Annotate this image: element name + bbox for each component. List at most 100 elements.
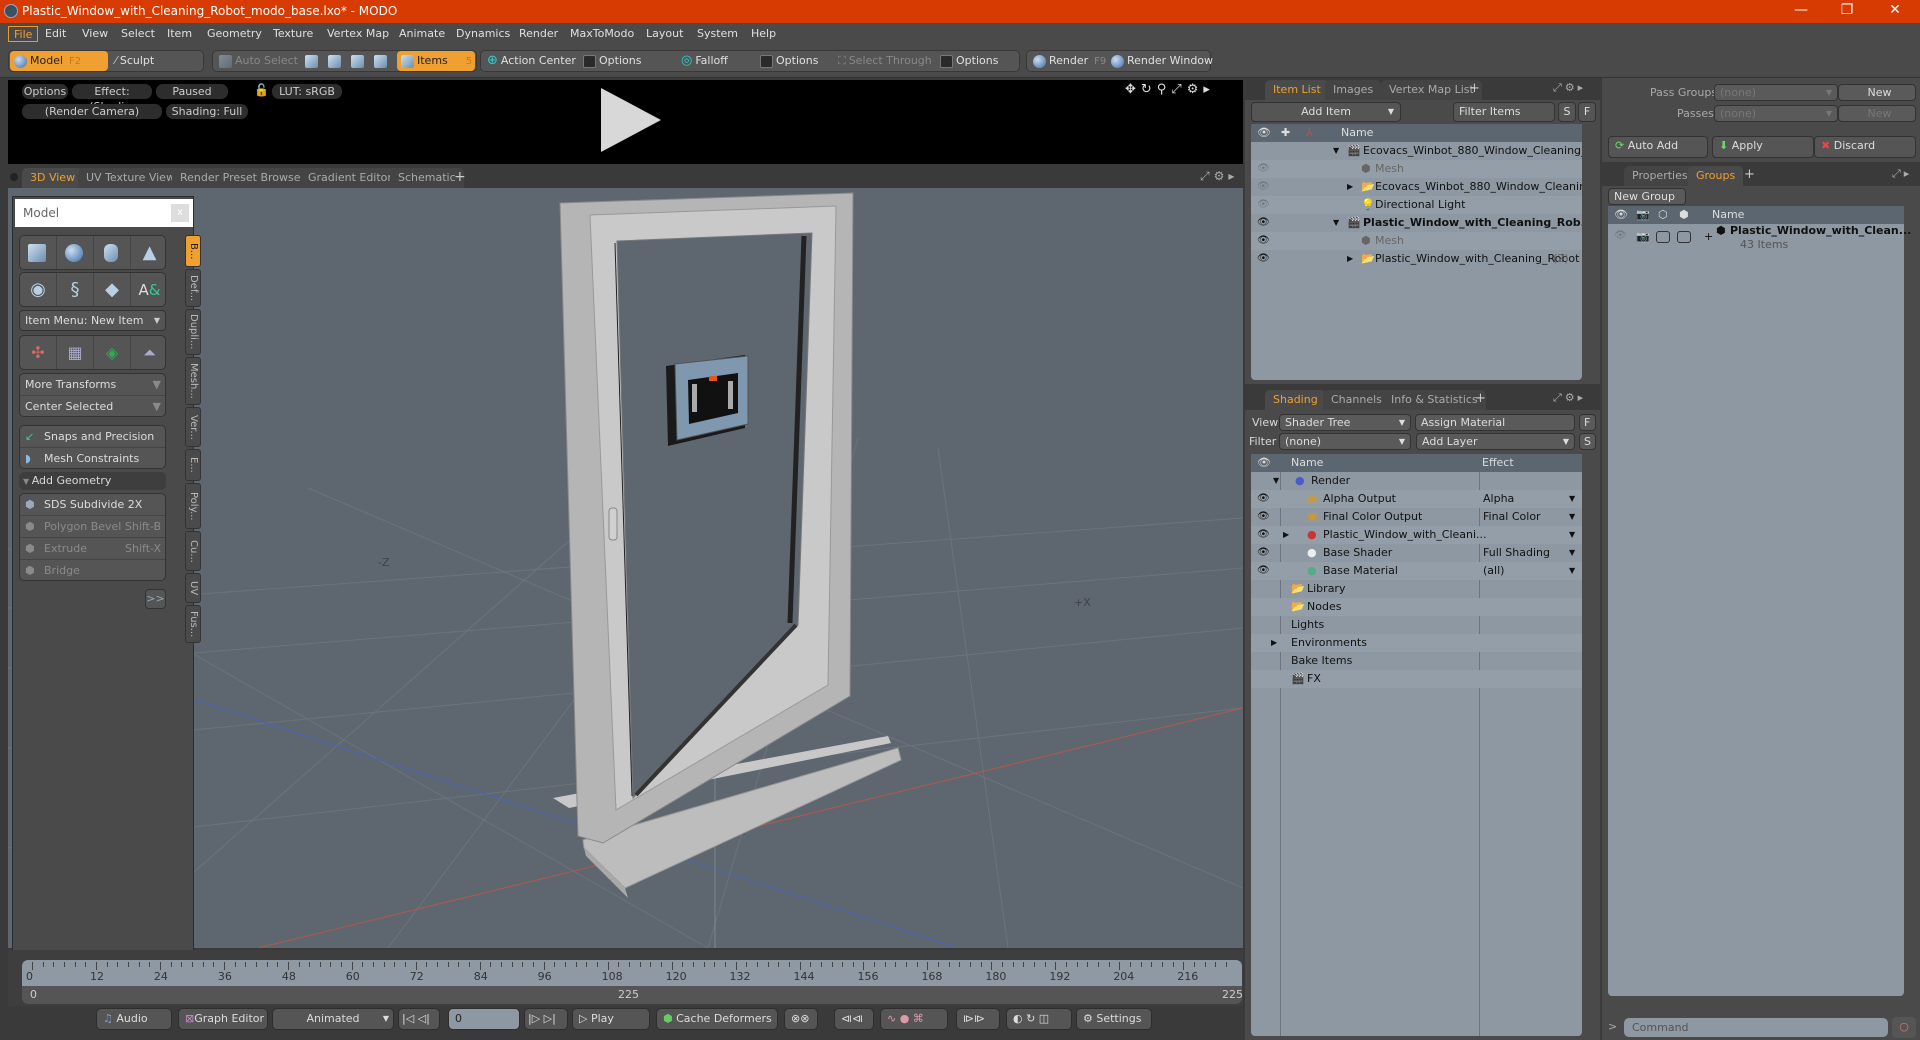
shader-row[interactable]: 📂 Nodes: [1251, 598, 1582, 616]
panel-icons[interactable]: ⤢⚙▸: [1553, 81, 1586, 95]
lock-icon[interactable]: 🔓: [254, 83, 269, 97]
close-button[interactable]: ✕: [1872, 0, 1918, 23]
checker-tool[interactable]: ◈: [94, 336, 131, 369]
new-pass-group-button[interactable]: New: [1838, 84, 1916, 101]
select-materials-button[interactable]: [370, 51, 390, 71]
tab-gradient-editor[interactable]: Gradient Editor: [300, 168, 400, 188]
chevron-down-icon[interactable]: ▼: [1569, 490, 1575, 508]
side-tab-mesh[interactable]: Mesh...: [185, 357, 201, 405]
select-through-options-button[interactable]: Options: [936, 51, 998, 71]
viewport-panel-icons[interactable]: ⤢⚙▸: [1200, 169, 1238, 184]
command-input[interactable]: Command: [1624, 1018, 1888, 1037]
preview-nav-icons[interactable]: ✥↻⚲⤢⚙▸: [1125, 82, 1215, 97]
tab-item-list[interactable]: Item List: [1265, 80, 1329, 100]
item-row[interactable]: 👁 ⬢ Mesh: [1251, 160, 1582, 178]
tab-schematic[interactable]: Schematic: [390, 168, 464, 188]
assign-material-button[interactable]: Assign Material: [1415, 414, 1575, 431]
filter-dropdown[interactable]: (none) ▼: [1279, 433, 1411, 450]
panel-icons[interactable]: ⤢⚙▸: [1553, 391, 1586, 405]
select-edges-button[interactable]: [324, 51, 344, 71]
skip-start-buttons[interactable]: |◁ ◁|: [398, 1008, 440, 1030]
settings-button[interactable]: ⚙ Settings: [1076, 1008, 1152, 1030]
snaps-precision-button[interactable]: ↙ Snaps and Precision: [20, 426, 165, 448]
panel-icons[interactable]: ⤢▸: [1892, 167, 1912, 181]
action-center-button[interactable]: ⊕ Action Center: [483, 51, 576, 71]
select-toggle[interactable]: [1677, 231, 1691, 243]
expand-icon[interactable]: ▶: [1283, 526, 1289, 544]
visibility-eye-icon[interactable]: 👁: [1257, 562, 1270, 580]
tab-info-statistics[interactable]: Info & Statistics: [1383, 390, 1486, 410]
chevron-down-icon[interactable]: ▼: [1569, 508, 1575, 526]
visibility-eye-icon[interactable]: 👁: [1257, 178, 1270, 196]
menu-animate[interactable]: Animate: [394, 26, 450, 42]
apply-button[interactable]: ⬇ Apply: [1712, 136, 1814, 158]
restore-button[interactable]: ❐: [1824, 0, 1870, 23]
tab-render-preset-browser[interactable]: Render Preset Browser: [172, 168, 314, 188]
select-vertices-button[interactable]: [301, 51, 321, 71]
auto-select-button[interactable]: Auto Select: [215, 51, 298, 71]
pass-groups-dropdown[interactable]: (none) ▼: [1714, 84, 1838, 101]
spiral-tool[interactable]: §: [57, 273, 94, 306]
add-tab-icon[interactable]: +: [454, 169, 466, 185]
visibility-eye-icon[interactable]: 👁: [1257, 232, 1270, 250]
item-row[interactable]: 👁 ⬢ Mesh: [1251, 232, 1582, 250]
action-center-options-button[interactable]: Options: [579, 51, 641, 71]
add-tab-icon[interactable]: +: [1469, 81, 1480, 96]
menu-view[interactable]: View: [77, 26, 113, 42]
render-toggle-icon[interactable]: 📷: [1636, 230, 1650, 243]
effect-column-header[interactable]: Effect: [1482, 454, 1514, 472]
item-row[interactable]: ▼ 🎬 Ecovacs_Winbot_880_Window_Cleaning_ ..…: [1251, 142, 1582, 160]
shader-row[interactable]: 👁 ● Base Shader Full Shading ▼: [1251, 544, 1582, 562]
polygon-bevel-button[interactable]: ⬢ Polygon Bevel Shift-B: [20, 516, 165, 538]
menu-item[interactable]: Item: [162, 26, 197, 42]
transform-tool[interactable]: ✣: [20, 336, 57, 369]
extrude-button[interactable]: ⬢ Extrude Shift-X: [20, 538, 165, 560]
menu-system[interactable]: System: [692, 26, 743, 42]
side-tab-curve[interactable]: Cu...: [185, 531, 201, 571]
passes-dropdown[interactable]: (none) ▼: [1714, 105, 1838, 122]
visibility-eye-icon[interactable]: 👁: [1257, 490, 1270, 508]
visibility-eye-icon[interactable]: 👁: [1257, 508, 1270, 526]
cylinder-tool[interactable]: [94, 236, 131, 269]
tab-images[interactable]: Images: [1325, 80, 1382, 100]
items-mode-button[interactable]: Items 5: [397, 51, 475, 71]
menu-file[interactable]: File: [8, 26, 39, 42]
tab-shading[interactable]: Shading: [1265, 390, 1326, 410]
shader-row[interactable]: Lights: [1251, 616, 1582, 634]
shader-row[interactable]: 📂 Library: [1251, 580, 1582, 598]
menu-dynamics[interactable]: Dynamics: [451, 26, 515, 42]
play-preview-icon[interactable]: [593, 86, 665, 154]
preview-paused-button[interactable]: Paused: [156, 84, 228, 99]
camera-dropdown[interactable]: (Render Camera): [22, 104, 162, 119]
cache-deformers-button[interactable]: ⬢ Cache Deformers: [656, 1008, 778, 1030]
group-row[interactable]: 👁 📷 + ⬢ Plastic_Window_with_Clean... 43 …: [1608, 224, 1911, 254]
name-column-header[interactable]: Name: [1291, 454, 1323, 472]
name-column-header[interactable]: Name: [1712, 206, 1744, 224]
timeline-ruler[interactable]: 0 12 24 36 48 60 72 84 96 108 120 132 144 156 168 180 19…: [22, 960, 1242, 986]
side-tab-fusion[interactable]: Fus...: [185, 605, 201, 643]
graph-editor-button[interactable]: ⊠Graph Editor: [178, 1008, 268, 1030]
tab-groups[interactable]: Groups: [1688, 166, 1744, 186]
add-layer-dropdown[interactable]: Add Layer ▼: [1416, 433, 1575, 450]
shader-row[interactable]: 🎬 FX: [1251, 670, 1582, 688]
select-through-button[interactable]: ⛶ Select Through: [834, 51, 932, 71]
shader-row[interactable]: 👁 ▣ Alpha Output Alpha ▼: [1251, 490, 1582, 508]
item-row[interactable]: 👁 💡 Directional Light: [1251, 196, 1582, 214]
torus-tool[interactable]: ◉: [20, 273, 57, 306]
shader-row[interactable]: 👁 ▣ Final Color Output Final Color ▼: [1251, 508, 1582, 526]
item-menu-dropdown[interactable]: Item Menu: New Item ▼: [19, 310, 166, 331]
next-key-buttons[interactable]: ⧐⧐: [956, 1008, 1000, 1030]
lut-dropdown[interactable]: LUT: sRGB: [272, 84, 342, 99]
shader-row[interactable]: ▶ Environments: [1251, 634, 1582, 652]
visibility-eye-icon[interactable]: 👁: [1614, 230, 1627, 241]
cone-tool[interactable]: ▲: [131, 236, 168, 269]
center-selected-dropdown[interactable]: Center Selected ▼: [20, 396, 165, 418]
falloff-options-button[interactable]: Options: [756, 51, 818, 71]
menu-geometry[interactable]: Geometry: [202, 26, 267, 42]
minimize-button[interactable]: —: [1778, 0, 1824, 23]
chevron-down-icon[interactable]: ▼: [1569, 544, 1575, 562]
tab-3d-view[interactable]: 3D View: [22, 168, 84, 188]
record-buttons[interactable]: ∿ ● ⌘: [880, 1008, 948, 1030]
side-tab-basic[interactable]: B...: [185, 235, 201, 267]
tab-properties[interactable]: Properties: [1624, 166, 1696, 186]
